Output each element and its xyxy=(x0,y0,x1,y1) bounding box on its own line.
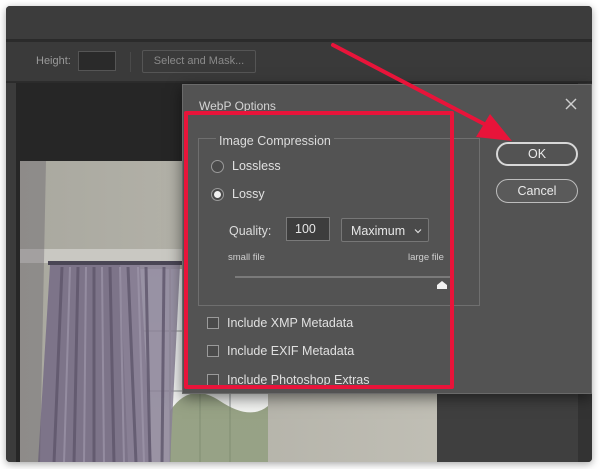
include-photoshop-extras-label: Include Photoshop Extras xyxy=(227,373,370,387)
select-and-mask-button[interactable]: Select and Mask... xyxy=(142,50,256,73)
include-xmp-checkbox[interactable] xyxy=(207,317,219,329)
webp-options-dialog: WebP Options Image Compression Lossless … xyxy=(182,84,592,394)
lossy-label: Lossy xyxy=(232,187,265,201)
include-xmp-option[interactable]: Include XMP Metadata xyxy=(207,316,353,330)
lossy-radio[interactable] xyxy=(211,187,224,201)
large-file-label: large file xyxy=(408,252,444,263)
include-xmp-label: Include XMP Metadata xyxy=(227,316,354,330)
include-exif-checkbox[interactable] xyxy=(207,345,219,357)
app-titlebar xyxy=(6,6,592,40)
quality-preset-value: Maximum xyxy=(351,224,406,238)
quality-preset-select[interactable]: Maximum xyxy=(341,218,429,242)
dialog-title: WebP Options xyxy=(199,99,276,113)
quality-label: Quality: xyxy=(229,224,272,238)
small-file-label: small file xyxy=(228,252,265,263)
quality-input[interactable] xyxy=(286,217,330,241)
ok-button[interactable]: OK xyxy=(496,142,578,166)
chevron-down-icon xyxy=(414,229,422,234)
include-photoshop-extras-option[interactable]: Include Photoshop Extras xyxy=(207,373,369,387)
include-exif-option[interactable]: Include EXIF Metadata xyxy=(207,344,354,358)
app-window: Height: Select and Mask... WebP Options … xyxy=(6,6,592,462)
tools-panel xyxy=(6,83,16,462)
image-compression-title: Image Compression xyxy=(216,134,334,148)
lossless-radio[interactable] xyxy=(211,159,224,173)
close-icon[interactable] xyxy=(563,96,579,112)
dialog-titlebar: WebP Options xyxy=(183,85,591,127)
cancel-button[interactable]: Cancel xyxy=(496,179,578,203)
height-input[interactable] xyxy=(78,51,116,71)
options-bar: Height: Select and Mask... xyxy=(6,42,592,82)
lossless-option[interactable]: Lossless xyxy=(211,159,281,173)
lossless-label: Lossless xyxy=(232,159,281,173)
lossy-option[interactable]: Lossy xyxy=(211,187,265,201)
options-separator xyxy=(130,52,131,72)
slider-thumb-icon[interactable] xyxy=(437,281,448,289)
include-photoshop-extras-checkbox[interactable] xyxy=(207,374,219,386)
include-exif-label: Include EXIF Metadata xyxy=(227,344,355,358)
height-label: Height: xyxy=(36,55,71,67)
quality-slider-track[interactable] xyxy=(235,276,453,278)
